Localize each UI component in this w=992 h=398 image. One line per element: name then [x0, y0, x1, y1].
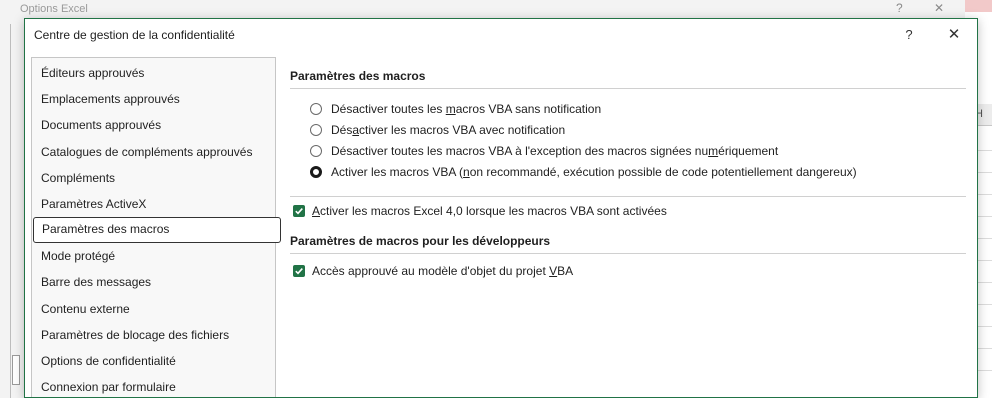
macro-option-label: Désactiver les macros VBA avec notificat… — [331, 122, 566, 137]
nav-item[interactable]: Barre des messages — [32, 269, 275, 295]
macro-option-radio[interactable]: Désactiver toutes les macros VBA sans no… — [310, 98, 966, 119]
parent-help-icon[interactable]: ? — [896, 1, 903, 15]
nav-item[interactable]: Mode protégé — [32, 243, 275, 269]
radio-checked-icon[interactable] — [310, 165, 322, 178]
macro-options-group: Désactiver toutes les macros VBA sans no… — [290, 89, 966, 182]
nav-item[interactable]: Emplacements approuvés — [32, 86, 275, 112]
radio-unchecked-icon[interactable] — [310, 144, 322, 157]
dialog-title: Centre de gestion de la confidentialité — [34, 28, 235, 42]
vba-project-access-label: Accès approuvé au modèle d'objet du proj… — [312, 264, 574, 278]
category-nav: Éditeurs approuvés Emplacements approuvés… — [31, 57, 281, 397]
macro-option-radio[interactable]: Désactiver toutes les macros VBA à l'exc… — [310, 140, 966, 161]
dialog-titlebar[interactable]: Centre de gestion de la confidentialité … — [25, 19, 977, 49]
close-button[interactable]: ✕ — [942, 23, 966, 45]
trust-center-dialog: Centre de gestion de la confidentialité … — [24, 18, 978, 398]
nav-item[interactable]: Catalogues de compléments approuvés — [32, 139, 275, 165]
nav-item[interactable]: Paramètres ActiveX — [32, 191, 275, 217]
checkbox-checked-icon[interactable] — [293, 205, 305, 217]
parent-window-title: Options Excel — [20, 3, 88, 15]
vba-project-access-checkbox[interactable]: Accès approuvé au modèle d'objet du proj… — [290, 260, 966, 282]
macro-option-radio[interactable]: Activer les macros VBA (non recommandé, … — [310, 161, 966, 182]
macro-option-radio[interactable]: Désactiver les macros VBA avec notificat… — [310, 119, 966, 140]
nav-item[interactable]: Options de confidentialité — [32, 348, 275, 374]
developer-settings-title: Paramètres de macros pour les développeu… — [290, 234, 966, 254]
nav-item[interactable]: Paramètres des macros — [33, 217, 281, 244]
radio-unchecked-icon[interactable] — [310, 102, 322, 115]
parent-close-icon[interactable]: ✕ — [934, 1, 944, 15]
macro-settings-title: Paramètres des macros — [290, 69, 966, 89]
macro-option-label: Désactiver toutes les macros VBA sans no… — [331, 101, 602, 116]
excel4-macros-label: Activer les macros Excel 4,0 lorsque les… — [312, 204, 667, 218]
excel4-macros-checkbox[interactable]: Activer les macros Excel 4,0 lorsque les… — [290, 200, 966, 222]
radio-unchecked-icon[interactable] — [310, 123, 322, 136]
nav-item[interactable]: Documents approuvés — [32, 112, 275, 138]
nav-item[interactable]: Paramètres de blocage des fichiers — [32, 322, 275, 348]
checkbox-checked-icon[interactable] — [293, 265, 305, 277]
nav-item[interactable]: Éditeurs approuvés — [32, 60, 275, 86]
parent-button-edge[interactable] — [12, 355, 20, 385]
nav-item[interactable]: Compléments — [32, 165, 275, 191]
help-button[interactable]: ? — [897, 23, 921, 45]
macro-settings-panel: Paramètres des macros Désactiver toutes … — [290, 69, 966, 282]
macro-option-label: Activer les macros VBA (non recommandé, … — [331, 164, 857, 179]
macro-option-label: Désactiver toutes les macros VBA à l'exc… — [331, 143, 779, 158]
ribbon-fragment — [965, 0, 992, 12]
parent-left-edge — [10, 24, 16, 398]
nav-item[interactable]: Contenu externe — [32, 296, 275, 322]
nav-item[interactable]: Connexion par formulaire — [32, 374, 275, 397]
